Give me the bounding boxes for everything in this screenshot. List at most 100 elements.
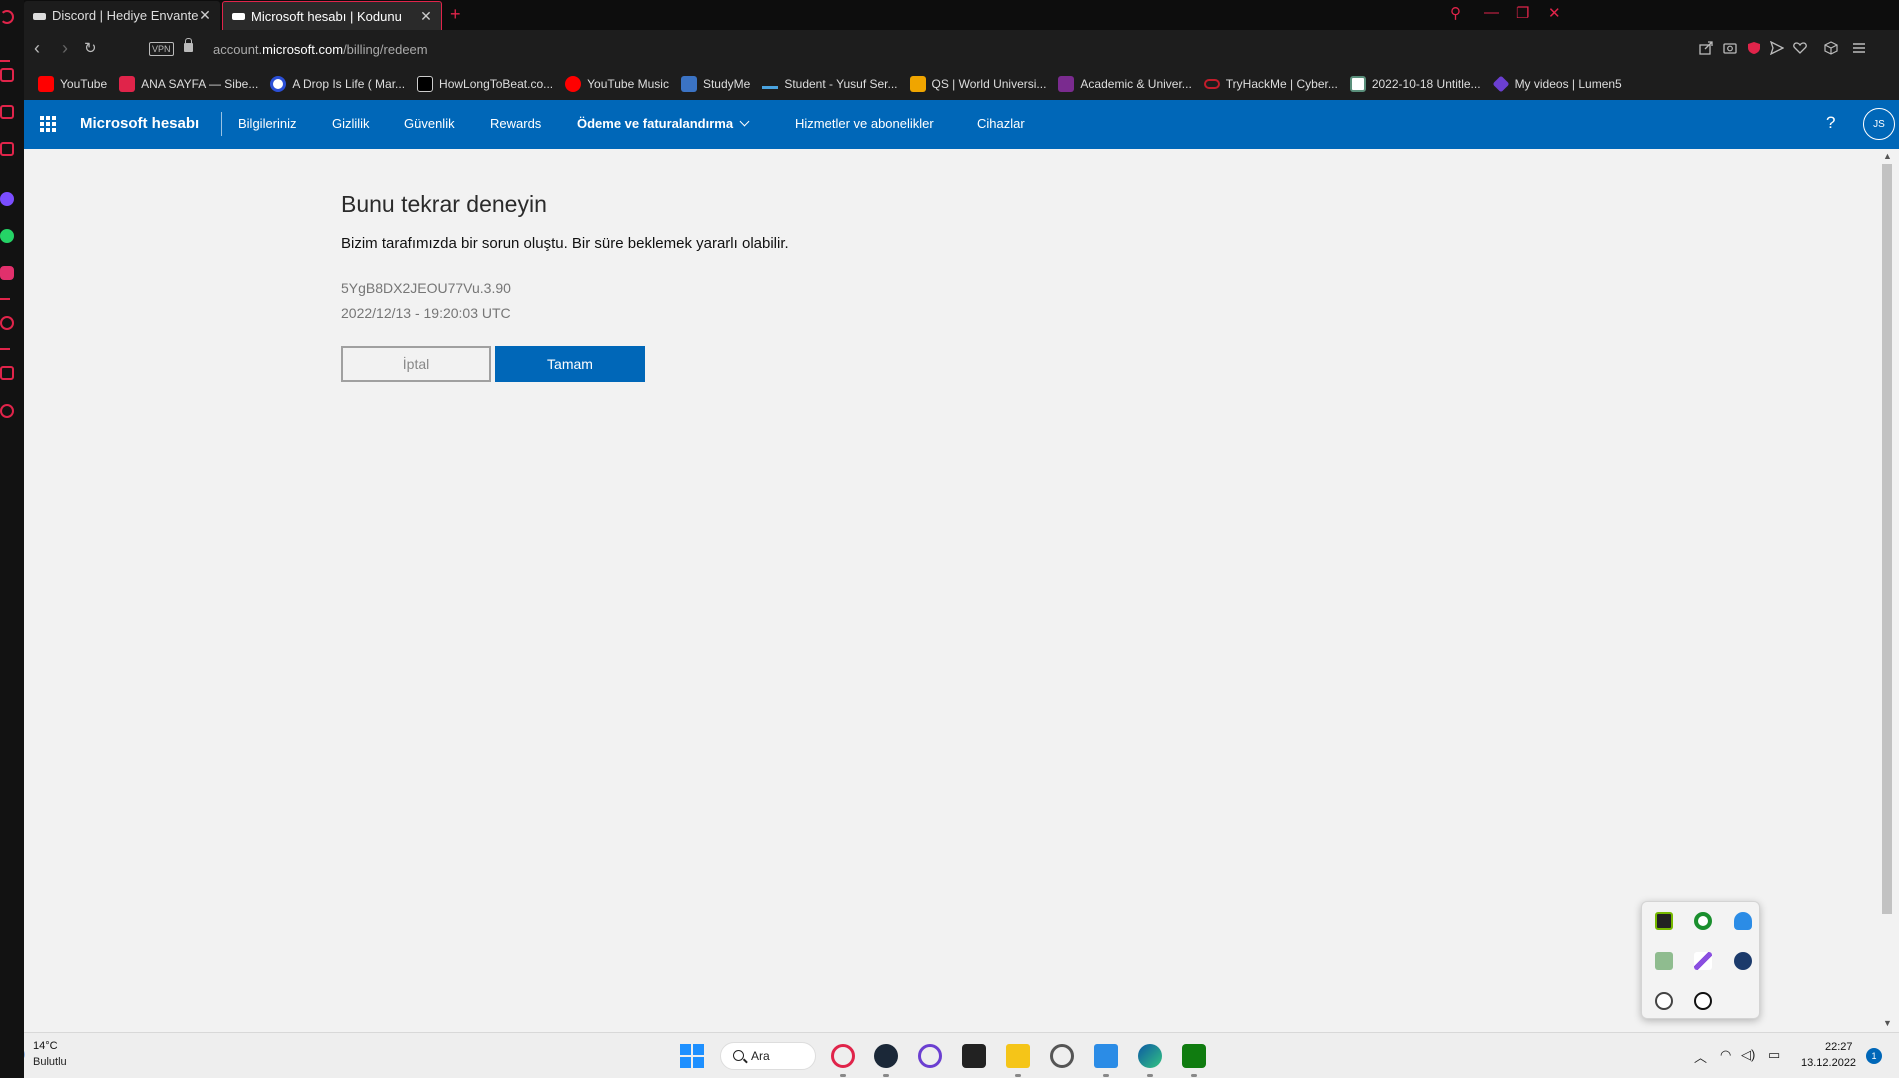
bag-icon[interactable] bbox=[0, 105, 14, 119]
cancel-button[interactable]: İptal bbox=[341, 346, 491, 382]
easy-setup-menu-icon[interactable] bbox=[1852, 41, 1866, 55]
bookmark-tryhackme[interactable]: TryHackMe | Cyber... bbox=[1203, 77, 1338, 91]
search-box[interactable]: Ara bbox=[720, 1042, 816, 1070]
snapshot-icon[interactable] bbox=[1723, 41, 1737, 55]
close-tab-icon[interactable]: ✕ bbox=[419, 8, 433, 25]
ok-button[interactable]: Tamam bbox=[495, 346, 645, 382]
scroll-up-icon[interactable]: ▲ bbox=[1883, 151, 1892, 161]
nvidia-icon[interactable] bbox=[1655, 912, 1673, 930]
epic-games-icon[interactable] bbox=[962, 1044, 986, 1068]
file-explorer-icon[interactable] bbox=[1006, 1044, 1030, 1068]
bookmarks-bar: YouTube ANA SAYFA — Sibe... A Drop Is Li… bbox=[24, 68, 1899, 100]
send-icon[interactable] bbox=[1770, 41, 1784, 55]
opera-gx-icon[interactable] bbox=[831, 1044, 855, 1068]
avatar[interactable]: JS bbox=[1863, 108, 1895, 140]
nav-guvenlik[interactable]: Güvenlik bbox=[404, 116, 455, 131]
nav-odeme-ve-faturalandirma[interactable]: Ödeme ve faturalandırma bbox=[577, 116, 750, 131]
adblock-shield-icon[interactable] bbox=[1747, 41, 1761, 55]
restore-icon[interactable]: ❐ bbox=[1516, 4, 1529, 22]
heart-icon[interactable] bbox=[1793, 41, 1807, 55]
clock-time[interactable]: 22:27 bbox=[1825, 1041, 1853, 1053]
edge-icon[interactable] bbox=[1138, 1044, 1162, 1068]
player-icon[interactable] bbox=[0, 316, 14, 330]
steam-taskbar-icon[interactable] bbox=[874, 1044, 898, 1068]
help-icon[interactable]: ? bbox=[1826, 113, 1835, 133]
clock-date[interactable]: 13.12.2022 bbox=[1801, 1057, 1856, 1069]
diamond-icon bbox=[1492, 75, 1510, 93]
reload-icon[interactable]: ↻ bbox=[84, 39, 97, 57]
running-indicator bbox=[1103, 1074, 1109, 1077]
bookmark-untitled[interactable]: 2022-10-18 Untitle... bbox=[1349, 76, 1481, 92]
bookmark-youtube[interactable]: YouTube bbox=[38, 76, 107, 92]
wave-icon bbox=[762, 79, 779, 89]
gear-icon[interactable] bbox=[1655, 992, 1673, 1010]
nav-bilgileriniz[interactable]: Bilgileriniz bbox=[238, 116, 297, 131]
hltb-icon bbox=[417, 76, 434, 92]
bookmark-howlongtobeat[interactable]: HowLongToBeat.co... bbox=[417, 76, 553, 92]
wifi-icon[interactable]: ◠ bbox=[1720, 1047, 1731, 1063]
back-icon[interactable]: ‹ bbox=[34, 38, 40, 59]
nav-cihazlar[interactable]: Cihazlar bbox=[977, 116, 1025, 131]
notification-badge[interactable]: 1 bbox=[1866, 1048, 1882, 1064]
network-app-icon[interactable] bbox=[1655, 952, 1673, 970]
share-icon[interactable] bbox=[1699, 41, 1713, 55]
bookmark-a-drop-is-life[interactable]: A Drop Is Life ( Mar... bbox=[270, 76, 405, 92]
notepad-icon[interactable] bbox=[1094, 1044, 1118, 1068]
discord-gift-icon bbox=[33, 12, 46, 20]
bookmark-student[interactable]: Student - Yusuf Ser... bbox=[762, 77, 898, 91]
forward-icon[interactable]: › bbox=[62, 38, 68, 59]
doc-icon bbox=[1349, 76, 1366, 92]
defender-shield-icon[interactable] bbox=[1734, 912, 1752, 930]
opera-sidebar bbox=[0, 0, 24, 1078]
bookmark-lumen5[interactable]: My videos | Lumen5 bbox=[1492, 75, 1622, 93]
twitch-icon[interactable] bbox=[0, 142, 14, 156]
pen-icon[interactable] bbox=[1694, 952, 1712, 970]
lock-icon[interactable] bbox=[184, 38, 193, 52]
battery-icon[interactable]: ▭ bbox=[1768, 1047, 1780, 1063]
volume-icon[interactable]: ◁) bbox=[1741, 1047, 1755, 1063]
scrollbar-thumb[interactable] bbox=[1882, 164, 1892, 914]
nav-rewards[interactable]: Rewards bbox=[490, 116, 541, 131]
minimize-icon[interactable]: — bbox=[1484, 4, 1499, 21]
graduation-cap-icon bbox=[680, 76, 697, 92]
url-field[interactable]: account.microsoft.com/billing/redeem bbox=[213, 42, 428, 57]
windows-start-icon[interactable] bbox=[680, 1044, 704, 1068]
bookmark-ana-sayfa[interactable]: ANA SAYFA — Sibe... bbox=[119, 76, 258, 92]
address-bar: ‹ › ↻ VPN account.microsoft.com/billing/… bbox=[24, 30, 1899, 68]
bookmark-qs[interactable]: QS | World Universi... bbox=[909, 76, 1046, 92]
instagram-icon[interactable] bbox=[0, 266, 14, 280]
weather-description[interactable]: Bulutlu bbox=[33, 1056, 67, 1068]
cube-icon[interactable] bbox=[0, 366, 14, 380]
page-scrollbar[interactable]: ▲ ▼ bbox=[1875, 149, 1899, 1032]
messenger-icon[interactable] bbox=[0, 192, 14, 206]
extensions-cube-icon[interactable] bbox=[1824, 41, 1838, 55]
settings-gear-icon[interactable] bbox=[1050, 1044, 1074, 1068]
chevron-down-icon bbox=[739, 116, 750, 127]
steam-icon[interactable] bbox=[1734, 952, 1752, 970]
green-app-icon[interactable] bbox=[1694, 912, 1712, 930]
brand-link[interactable]: Microsoft hesabı bbox=[80, 115, 199, 132]
close-window-icon[interactable]: ✕ bbox=[1548, 4, 1561, 22]
speed-dial-icon[interactable] bbox=[0, 68, 14, 82]
vpn-badge[interactable]: VPN bbox=[149, 42, 174, 56]
bookmark-studyme[interactable]: StudyMe bbox=[680, 76, 750, 92]
tab-discord[interactable]: Discord | Hediye Envanteri ✕ bbox=[24, 1, 220, 30]
weather-temperature[interactable]: 14°C bbox=[33, 1040, 58, 1052]
whatsapp-icon[interactable] bbox=[0, 229, 14, 243]
close-tab-icon[interactable]: ✕ bbox=[198, 7, 212, 24]
new-tab-plus-icon[interactable]: + bbox=[450, 4, 461, 25]
xbox-taskbar-icon[interactable] bbox=[1182, 1044, 1206, 1068]
settings-icon[interactable] bbox=[0, 404, 14, 418]
chevron-up-icon[interactable]: ︿ bbox=[1694, 1047, 1707, 1066]
nav-hizmetler-ve-abonelikler[interactable]: Hizmetler ve abonelikler bbox=[795, 116, 934, 131]
tab-microsoft-account[interactable]: Microsoft hesabı | Kodunu ✕ bbox=[222, 1, 442, 30]
nav-gizlilik[interactable]: Gizlilik bbox=[332, 116, 370, 131]
ring-app-icon[interactable] bbox=[918, 1044, 942, 1068]
bookmark-academic[interactable]: Academic & Univer... bbox=[1058, 76, 1192, 92]
app-launcher-icon[interactable] bbox=[40, 116, 56, 132]
search-tabs-icon[interactable]: ⚲ bbox=[1450, 4, 1461, 22]
opera-logo-icon[interactable] bbox=[0, 10, 14, 24]
scroll-down-icon[interactable]: ▼ bbox=[1883, 1018, 1892, 1028]
bookmark-youtube-music[interactable]: YouTube Music bbox=[565, 76, 669, 92]
xbox-icon[interactable] bbox=[1694, 992, 1712, 1010]
